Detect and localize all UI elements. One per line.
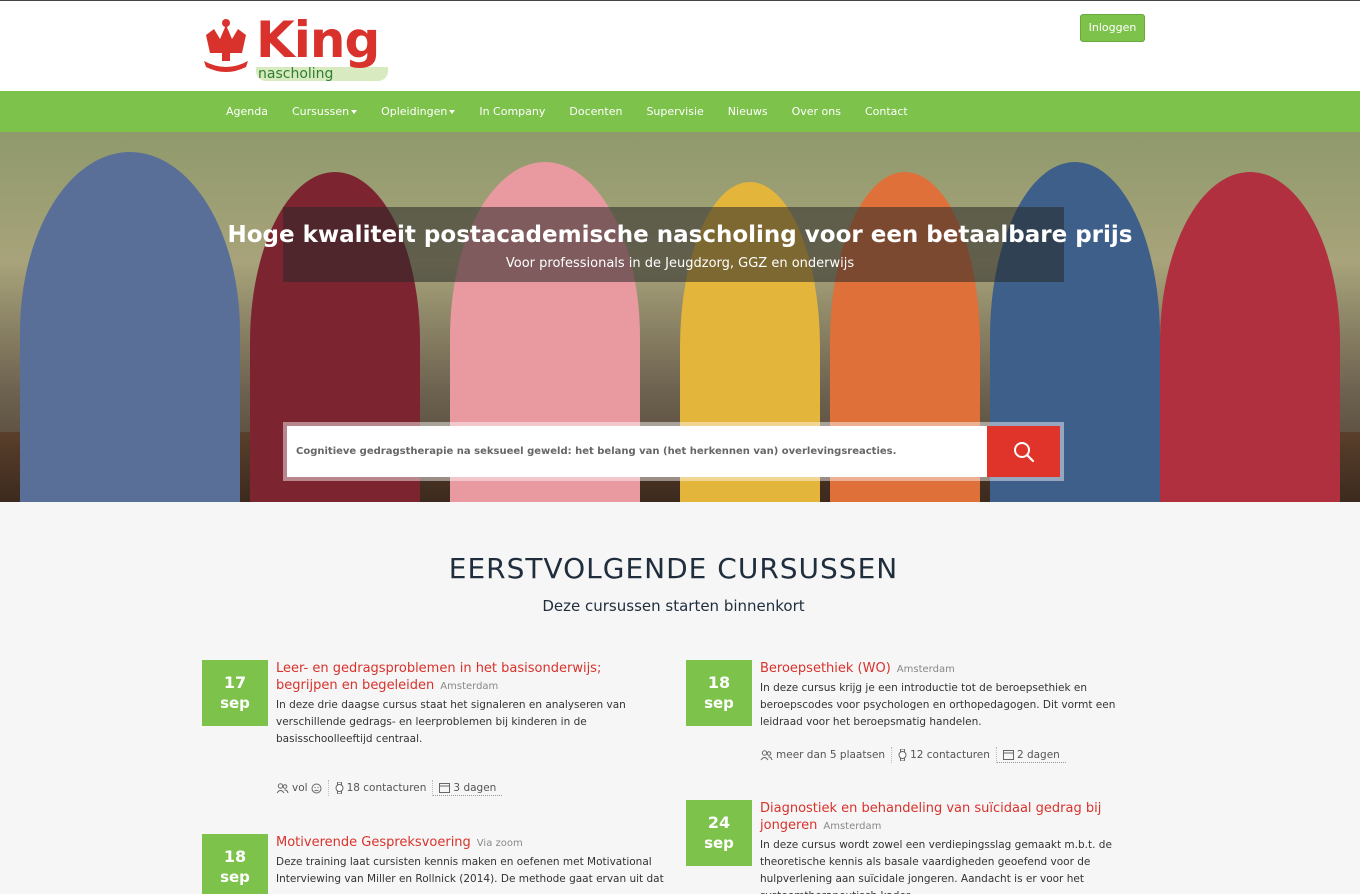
people-icon — [276, 782, 289, 793]
course-body: Leer- en gedragsproblemen in het basison… — [276, 660, 666, 748]
nav-in-company[interactable]: In Company — [467, 91, 557, 132]
course-month: sep — [704, 834, 734, 852]
search-button[interactable] — [987, 426, 1060, 477]
calendar-icon — [439, 783, 451, 793]
people-icon — [760, 749, 773, 760]
course-hours-label: 18 contacturen — [346, 782, 427, 794]
search-icon — [1014, 442, 1035, 463]
course-days: 2 dagen — [996, 747, 1066, 763]
nav-over-ons[interactable]: Over ons — [780, 91, 853, 132]
nav-label: Opleidingen — [381, 105, 448, 118]
nav-label: Over ons — [791, 105, 841, 118]
section-title: EERSTVOLGENDE CURSUSSEN — [448, 552, 899, 585]
course-card: 18 sep Motiverende Gespreksvoering Via zo… — [202, 834, 672, 894]
course-description: In deze drie daagse cursus staat het sig… — [276, 699, 626, 745]
crown-icon — [204, 19, 248, 72]
course-days-label: 3 dagen — [453, 781, 497, 794]
caret-down-icon — [351, 110, 358, 114]
course-hours: 12 contacturen — [892, 747, 997, 763]
search-bar — [283, 422, 1064, 481]
course-date: 18 sep — [686, 660, 752, 726]
course-body: Motiverende Gespreksvoering Via zoom Deze… — [276, 834, 666, 888]
login-button[interactable]: Inloggen — [1080, 14, 1145, 42]
section-subtitle: Deze cursussen starten binnenkort — [542, 597, 805, 615]
course-month: sep — [220, 694, 250, 712]
header: King nascholing Inloggen — [0, 0, 1360, 91]
course-title-link[interactable]: Diagnostiek en behandeling van suïcidaal… — [760, 800, 1150, 835]
course-body: Diagnostiek en behandeling van suïcidaal… — [760, 800, 1150, 894]
course-description: In deze cursus krijg je een introductie … — [760, 682, 1116, 728]
course-meta: vol 18 contacturen 3 dagen — [276, 780, 503, 796]
course-days: 3 dagen — [433, 780, 503, 796]
course-month: sep — [220, 868, 250, 886]
nav-contact[interactable]: Contact — [853, 91, 920, 132]
sad-face-icon — [311, 783, 322, 793]
caret-down-icon — [449, 110, 456, 114]
course-body: Beroepsethiek (WO) Amsterdam In deze curs… — [760, 660, 1150, 731]
logo-word: King — [256, 11, 380, 69]
course-hours-label: 12 contacturen — [910, 749, 990, 761]
course-hours: 18 contacturen — [329, 780, 434, 796]
nav-label: Supervisie — [646, 105, 704, 118]
course-title: Leer- en gedragsproblemen in het basison… — [276, 661, 602, 693]
nav-label: Nieuws — [727, 105, 768, 118]
nav-label: Docenten — [569, 105, 623, 118]
course-days-label: 2 dagen — [1016, 748, 1060, 761]
course-meta: meer dan 5 plaatsen 12 contacturen 2 dag… — [760, 747, 1066, 763]
nav-label: Agenda — [226, 105, 268, 118]
nav-label: In Company — [479, 105, 546, 118]
calendar-icon — [1002, 750, 1014, 760]
main-nav: Agenda Cursussen Opleidingen In Company … — [0, 91, 1360, 132]
course-location: Via zoom — [476, 838, 523, 849]
course-day: 18 — [223, 847, 247, 866]
course-day: 24 — [707, 813, 731, 832]
course-card: 17 sep Leer- en gedragsproblemen in het … — [202, 660, 672, 810]
course-seats: vol — [276, 780, 329, 796]
course-day: 17 — [223, 673, 247, 692]
watch-icon — [335, 782, 344, 794]
course-location: Amsterdam — [440, 681, 499, 692]
nav-cursussen[interactable]: Cursussen — [280, 91, 369, 132]
king-logo[interactable]: King nascholing — [200, 11, 400, 85]
course-date: 18 sep — [202, 834, 268, 894]
course-description: Deze training laat cursisten kennis make… — [276, 856, 664, 885]
hero-subtitle: Voor professionals in de Jeugdzorg, GGZ … — [505, 256, 855, 271]
course-seats-label: meer dan 5 plaatsen — [776, 749, 886, 761]
logo-subtitle: nascholing — [258, 66, 334, 82]
hero-title: Hoge kwaliteit postacademische nascholin… — [227, 222, 1133, 248]
nav-supervisie[interactable]: Supervisie — [634, 91, 715, 132]
nav-agenda[interactable]: Agenda — [214, 91, 280, 132]
course-date: 17 sep — [202, 660, 268, 726]
course-day: 18 — [707, 673, 731, 692]
course-title: Beroepsethiek (WO) — [760, 661, 891, 676]
hero-photo-person — [20, 152, 240, 502]
course-title-link[interactable]: Motiverende Gespreksvoering Via zoom — [276, 834, 666, 852]
course-location: Amsterdam — [896, 664, 955, 675]
course-card: 18 sep Beroepsethiek (WO) Amsterdam In de… — [686, 660, 1156, 780]
course-seats: meer dan 5 plaatsen — [760, 747, 893, 763]
course-month: sep — [704, 694, 734, 712]
nav-nieuws[interactable]: Nieuws — [716, 91, 780, 132]
course-card: 24 sep Diagnostiek en behandeling van su… — [686, 800, 1156, 894]
nav-label: Contact — [864, 105, 908, 118]
course-title: Motiverende Gespreksvoering — [276, 835, 471, 850]
course-title: Diagnostiek en behandeling van suïcidaal… — [760, 801, 1102, 833]
course-location: Amsterdam — [823, 821, 882, 832]
course-title-link[interactable]: Leer- en gedragsproblemen in het basison… — [276, 660, 666, 695]
course-title-link[interactable]: Beroepsethiek (WO) Amsterdam — [760, 660, 1150, 678]
course-date: 24 sep — [686, 800, 752, 866]
course-seats-label: vol — [292, 782, 308, 794]
course-description: In deze cursus wordt zowel een verdiepin… — [760, 839, 1112, 894]
watch-icon — [898, 749, 907, 761]
nav-label: Cursussen — [291, 105, 350, 118]
nav-opleidingen[interactable]: Opleidingen — [369, 91, 467, 132]
search-input[interactable] — [287, 426, 987, 477]
nav-docenten[interactable]: Docenten — [557, 91, 634, 132]
